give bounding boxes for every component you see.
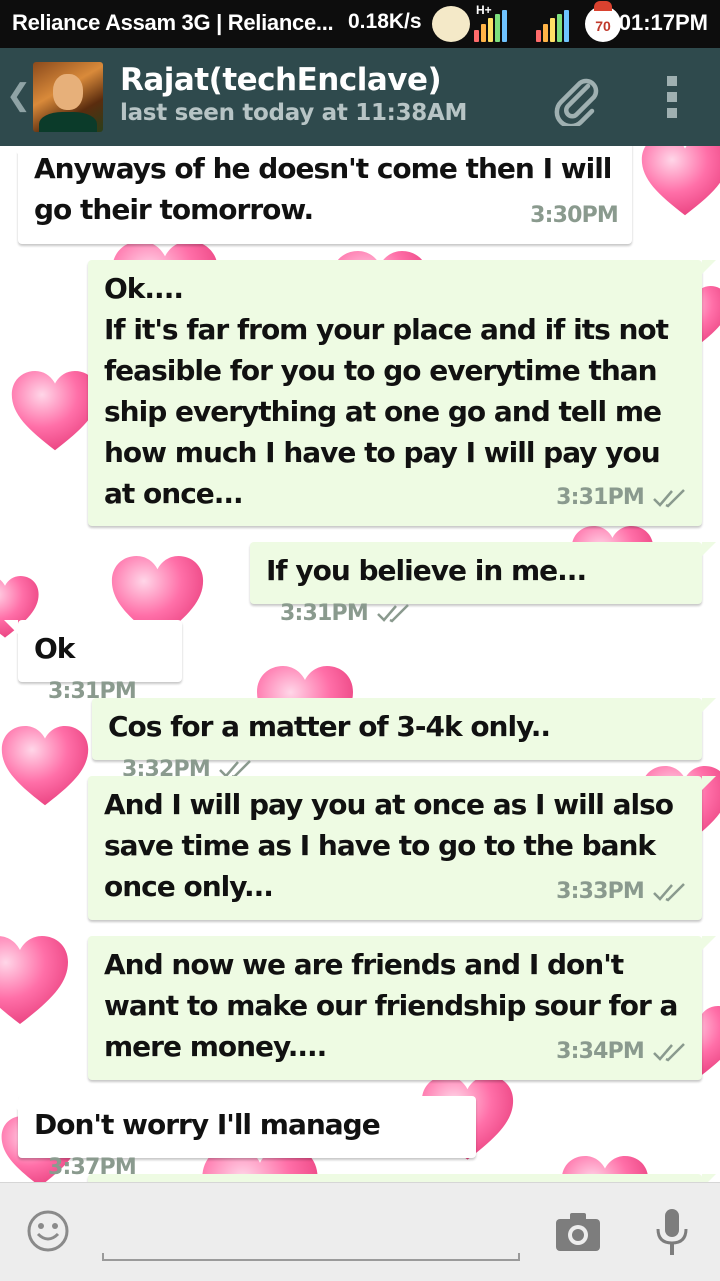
battery-icon: 70 <box>585 1 621 42</box>
message-time: 3:30PM <box>530 203 619 228</box>
message-meta: 3:31PM <box>556 477 688 518</box>
message-bubble-incoming[interactable]: Anyways of he doesn't come then I will g… <box>4 146 632 244</box>
emoji-icon[interactable] <box>26 1209 70 1253</box>
message-meta: 3:31PM <box>280 593 412 634</box>
clock: 01:17PM <box>618 10 708 35</box>
avatar-face <box>53 74 83 110</box>
message-text: Don't worry I'll manage <box>34 1108 381 1141</box>
back-arrow-icon[interactable]: ❮ <box>6 78 31 113</box>
heart-decoration <box>0 936 68 1024</box>
chat-area[interactable]: Anyways of he doesn't come then I will g… <box>0 146 720 1182</box>
message-bubble-outgoing[interactable]: Ok.... If it's far from your place and i… <box>88 260 716 526</box>
last-seen-status: last seen today at 11:38AM <box>120 100 468 126</box>
notification-cat-icon <box>432 6 470 42</box>
avatar-shirt <box>39 112 97 132</box>
message-time: 3:31PM <box>556 485 645 510</box>
message-bubble-incoming[interactable]: Don't worry I'll manage 3:37PM <box>4 1096 476 1180</box>
heart-decoration <box>1 726 89 806</box>
microphone-icon[interactable] <box>654 1207 690 1259</box>
signal-strength-2-icon <box>536 8 569 42</box>
message-bubble-outgoing[interactable]: If you believe in me... 3:31PM <box>250 542 716 626</box>
message-input-bar <box>0 1182 720 1281</box>
paperclip-icon[interactable] <box>548 70 604 126</box>
heart-decoration <box>11 371 99 451</box>
status-bar: Reliance Assam 3G | Reliance... 0.18K/s … <box>0 0 720 48</box>
message-meta: 3:30PM <box>530 195 619 236</box>
double-check-icon <box>377 604 409 623</box>
message-bubble-outgoing[interactable]: Cos for a matter of 3-4k only.. 3:32PM <box>92 698 716 782</box>
message-meta: 3:33PM <box>556 871 688 912</box>
message-text: Cos for a matter of 3-4k only.. <box>108 710 551 743</box>
message-bubble-outgoing[interactable]: And I will pay you at once as I will als… <box>88 776 716 920</box>
message-bubble-outgoing-partial[interactable] <box>88 1174 716 1182</box>
message-text: Anyways of he doesn't come then I will g… <box>34 152 621 226</box>
double-check-icon <box>653 882 685 902</box>
message-text: Ok <box>34 632 75 665</box>
message-input[interactable] <box>106 1211 520 1253</box>
heart-decoration <box>641 146 720 216</box>
camera-icon[interactable] <box>554 1209 602 1253</box>
chat-header: ❮ Rajat(techEnclave) last seen today at … <box>0 48 720 146</box>
avatar[interactable] <box>33 62 103 132</box>
message-time: 3:31PM <box>280 600 369 626</box>
carrier-label: Reliance Assam 3G | Reliance... <box>12 10 334 35</box>
signal-strength-icon <box>474 8 507 42</box>
message-bubble-incoming[interactable]: Ok 3:31PM <box>4 620 182 704</box>
message-meta: 3:34PM <box>556 1031 688 1072</box>
message-bubble-outgoing[interactable]: And now we are friends and I don't want … <box>88 936 716 1080</box>
message-time: 3:33PM <box>556 879 645 904</box>
network-speed: 0.18K/s <box>348 10 422 33</box>
double-check-icon <box>653 488 685 508</box>
double-check-icon <box>653 1042 685 1062</box>
overflow-menu-icon[interactable] <box>660 76 684 126</box>
input-underline <box>102 1253 520 1261</box>
contact-name[interactable]: Rajat(techEnclave) <box>120 62 442 98</box>
message-time: 3:34PM <box>556 1039 645 1064</box>
message-text: If you believe in me... <box>266 554 587 587</box>
